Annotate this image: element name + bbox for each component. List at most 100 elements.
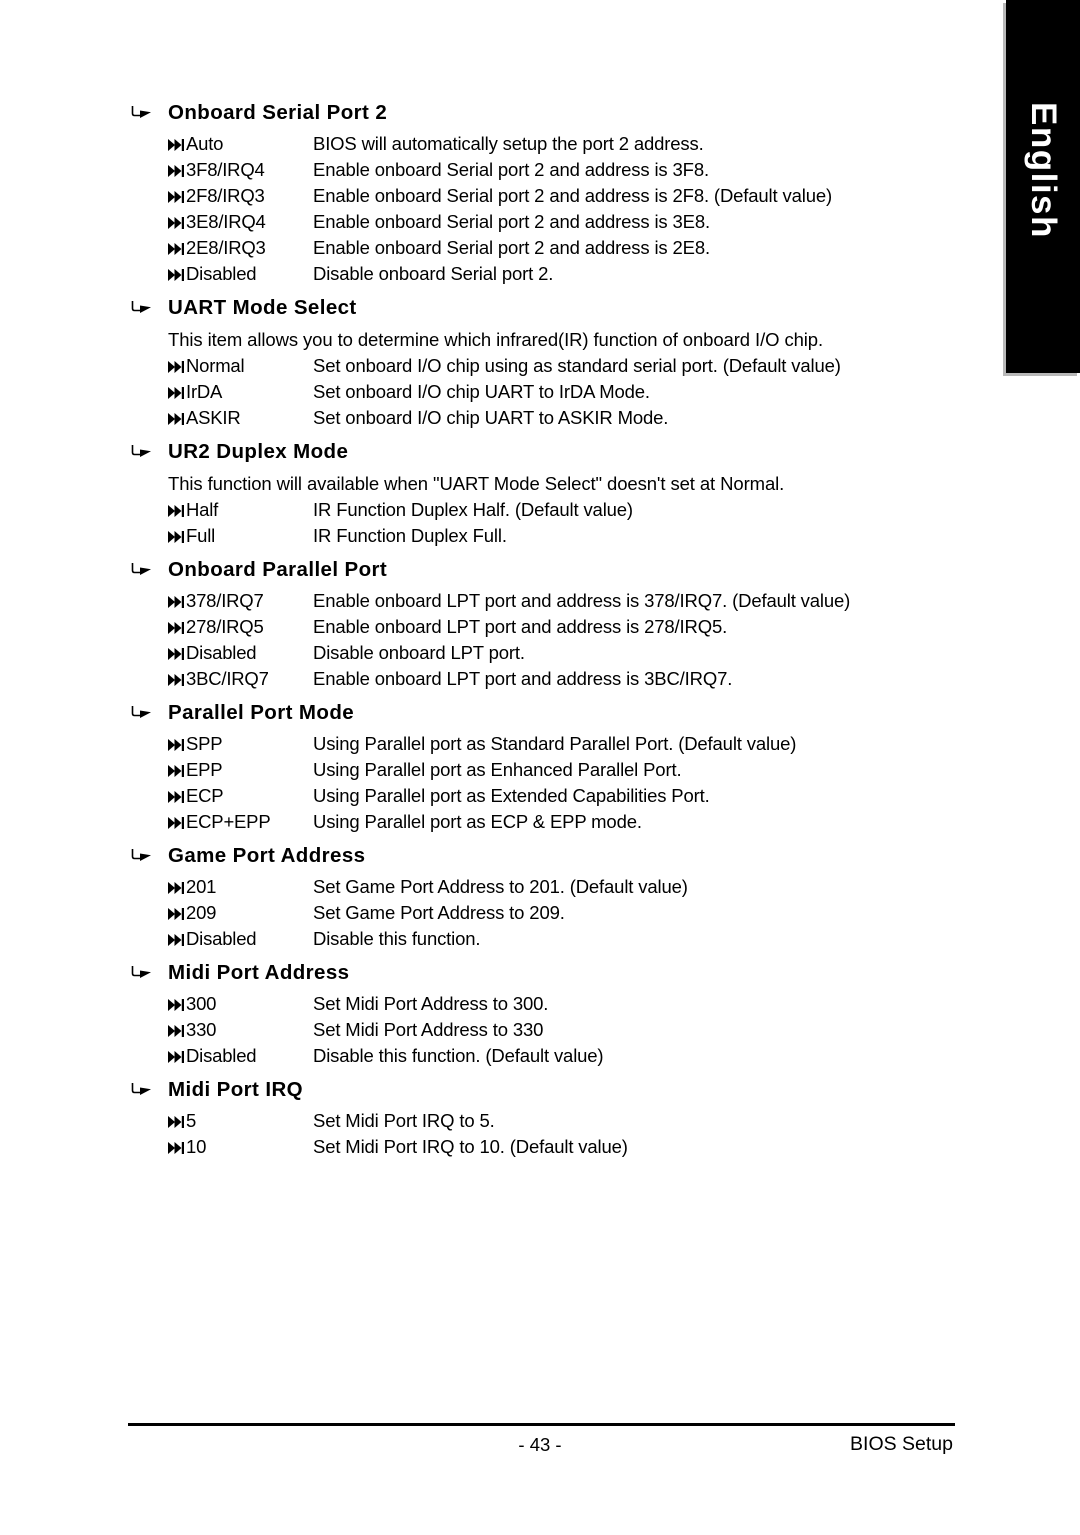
footer-document-label: BIOS Setup <box>850 1433 953 1455</box>
section-heading: Onboard Serial Port 2 <box>0 98 1000 128</box>
option-row: 209 Set Game Port Address to 209. <box>0 900 1000 926</box>
section-heading: Onboard Parallel Port <box>0 555 1000 585</box>
option-row: ASKIR Set onboard I/O chip UART to ASKIR … <box>0 405 1000 431</box>
option-list: SPP Using Parallel port as Standard Paral… <box>0 731 1000 835</box>
option-label: 300 <box>186 993 217 1014</box>
double-triangle-bullet-icon <box>168 640 188 660</box>
option-description: Using Parallel port as ECP & EPP mode. <box>313 811 642 832</box>
curved-arrow-bullet-icon <box>131 958 157 979</box>
section-heading-label: Game Port Address <box>168 844 366 867</box>
option-label: Half <box>186 499 219 520</box>
curved-arrow-bullet-icon <box>131 555 157 576</box>
option-row: 3BC/IRQ7 Enable onboard LPT port and addr… <box>0 666 1000 692</box>
option-row: Disabled Disable this function. (Default … <box>0 1043 1000 1069</box>
option-row: 10 Set Midi Port IRQ to 10. (Default valu… <box>0 1134 1000 1160</box>
option-description: IR Function Duplex Half. (Default value) <box>313 499 633 520</box>
option-description: Enable onboard Serial port 2 and address… <box>313 211 710 232</box>
double-triangle-bullet-icon <box>168 731 188 751</box>
option-row: ECP+EPP Using Parallel port as ECP & EPP … <box>0 809 1000 835</box>
curved-arrow-bullet-icon <box>131 437 157 458</box>
section-heading: Midi Port IRQ <box>0 1075 1000 1105</box>
section-heading-label: Onboard Serial Port 2 <box>168 101 388 124</box>
option-label: 2F8/IRQ3 <box>186 185 265 206</box>
option-label: 278/IRQ5 <box>186 616 264 637</box>
double-triangle-bullet-icon <box>168 991 188 1011</box>
double-triangle-bullet-icon <box>168 209 188 229</box>
option-label: ECP+EPP <box>186 811 271 832</box>
option-description: Set onboard I/O chip using as standard s… <box>313 355 841 376</box>
option-label: 10 <box>186 1136 207 1157</box>
double-triangle-bullet-icon <box>168 379 188 399</box>
option-row: 2F8/IRQ3 Enable onboard Serial port 2 and… <box>0 183 1000 209</box>
option-row: SPP Using Parallel port as Standard Paral… <box>0 731 1000 757</box>
option-label: ECP <box>186 785 224 806</box>
option-description: Set Midi Port IRQ to 10. (Default value) <box>313 1136 628 1157</box>
double-triangle-bullet-icon <box>168 1017 188 1037</box>
section-heading: UART Mode Select <box>0 293 1000 323</box>
option-label: IrDA <box>186 381 223 402</box>
option-description: Enable onboard LPT port and address is 2… <box>313 616 728 637</box>
option-description: Using Parallel port as Enhanced Parallel… <box>313 759 682 780</box>
double-triangle-bullet-icon <box>168 353 188 373</box>
option-row: ECP Using Parallel port as Extended Capab… <box>0 783 1000 809</box>
footer-divider <box>128 1423 955 1426</box>
settings-section: Midi Port Address 300 Set Midi Port Addres… <box>0 958 1000 1069</box>
option-list: Normal Set onboard I/O chip using as stan… <box>0 353 1000 431</box>
option-description: IR Function Duplex Full. <box>313 525 507 546</box>
option-row: IrDA Set onboard I/O chip UART to IrDA Mo… <box>0 379 1000 405</box>
curved-arrow-bullet-icon <box>131 293 157 314</box>
settings-section: UR2 Duplex Mode This function will availa… <box>0 437 1000 549</box>
double-triangle-bullet-icon <box>168 809 188 829</box>
option-list: 5 Set Midi Port IRQ to 5. 10 Set Midi Port … <box>0 1108 1000 1160</box>
option-label: Disabled <box>186 928 257 949</box>
option-row: Disabled Disable this function. <box>0 926 1000 952</box>
option-description: Using Parallel port as Extended Capabili… <box>313 785 710 806</box>
option-label: Auto <box>186 133 224 154</box>
curved-arrow-bullet-icon <box>131 1075 157 1096</box>
double-triangle-bullet-icon <box>168 131 188 151</box>
double-triangle-bullet-icon <box>168 183 188 203</box>
double-triangle-bullet-icon <box>168 874 188 894</box>
option-list: Auto BIOS will automatically setup the po… <box>0 131 1000 287</box>
option-label: 3BC/IRQ7 <box>186 668 269 689</box>
section-description: This function will available when "UART … <box>168 473 785 494</box>
double-triangle-bullet-icon <box>168 235 188 255</box>
language-tab-inner: English <box>1006 0 1080 373</box>
double-triangle-bullet-icon <box>168 666 188 686</box>
option-description: BIOS will automatically setup the port 2… <box>313 133 704 154</box>
double-triangle-bullet-icon <box>168 900 188 920</box>
option-description: Disable this function. <box>313 928 481 949</box>
double-triangle-bullet-icon <box>168 1108 188 1128</box>
option-label: 3E8/IRQ4 <box>186 211 266 232</box>
manual-page: English Onboard Serial Port 2 Auto BIOS wi… <box>0 0 1080 1535</box>
option-label: 3F8/IRQ4 <box>186 159 265 180</box>
option-row: 201 Set Game Port Address to 201. (Defaul… <box>0 874 1000 900</box>
option-description: Set Midi Port IRQ to 5. <box>313 1110 495 1131</box>
option-description: Set Game Port Address to 201. (Default v… <box>313 876 688 897</box>
section-description: This item allows you to determine which … <box>168 329 824 350</box>
language-tab-label: English <box>1024 102 1063 239</box>
option-label: SPP <box>186 733 223 754</box>
option-row: Disabled Disable onboard LPT port. <box>0 640 1000 666</box>
curved-arrow-bullet-icon <box>131 698 157 719</box>
double-triangle-bullet-icon <box>168 783 188 803</box>
section-heading: Midi Port Address <box>0 958 1000 988</box>
option-label: 201 <box>186 876 217 897</box>
option-list: 300 Set Midi Port Address to 300. 330 Set M… <box>0 991 1000 1069</box>
double-triangle-bullet-icon <box>168 1134 188 1154</box>
option-label: 378/IRQ7 <box>186 590 264 611</box>
page-content: Onboard Serial Port 2 Auto BIOS will autom… <box>0 0 1000 1166</box>
option-label: ASKIR <box>186 407 241 428</box>
double-triangle-bullet-icon <box>168 614 188 634</box>
option-label: Normal <box>186 355 245 376</box>
option-row: 300 Set Midi Port Address to 300. <box>0 991 1000 1017</box>
option-description: Set Game Port Address to 209. <box>313 902 565 923</box>
option-row: 2E8/IRQ3 Enable onboard Serial port 2 and… <box>0 235 1000 261</box>
section-heading: Game Port Address <box>0 841 1000 871</box>
option-description: Enable onboard Serial port 2 and address… <box>313 185 832 206</box>
option-label: 209 <box>186 902 217 923</box>
option-list: 378/IRQ7 Enable onboard LPT port and addr… <box>0 588 1000 692</box>
option-row: Full IR Function Duplex Full. <box>0 523 1000 549</box>
section-heading-label: Midi Port IRQ <box>168 1078 304 1101</box>
option-row: EPP Using Parallel port as Enhanced Paral… <box>0 757 1000 783</box>
